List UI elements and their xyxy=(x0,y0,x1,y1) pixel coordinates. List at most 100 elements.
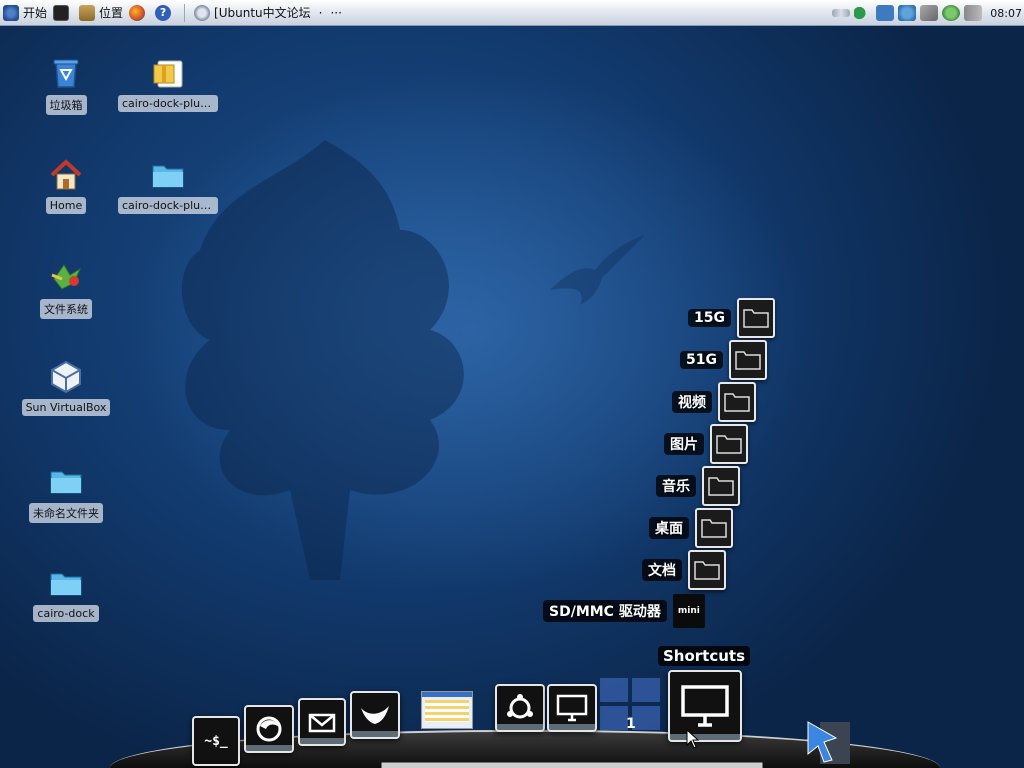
desktop-background xyxy=(0,0,1024,768)
dock-reflection xyxy=(352,731,398,737)
top-panel: 开始 位置 ? [Ubuntu中文论坛 · ··· 08:07 xyxy=(0,0,1024,26)
folder-icon xyxy=(718,382,756,422)
gimp-icon xyxy=(361,706,389,724)
stack-item-label: 15G xyxy=(688,309,731,327)
system-tray: 08:07 xyxy=(832,0,1022,26)
network-icon[interactable] xyxy=(898,5,917,21)
volume-icon[interactable] xyxy=(854,5,873,21)
taskbar-window-button[interactable]: [Ubuntu中文论坛 · ··· xyxy=(191,0,345,26)
folder-icon xyxy=(736,298,775,338)
firefox-icon xyxy=(129,4,146,21)
folder-icon xyxy=(695,508,733,548)
folder-icon xyxy=(50,471,82,494)
desktop-icon-label: cairo-dock xyxy=(33,605,99,622)
places-menu-label: 位置 xyxy=(99,6,124,20)
folder-icon xyxy=(702,466,740,506)
package-icon xyxy=(153,60,183,88)
filesystem-icon xyxy=(51,264,82,290)
applications-menu-label: 开始 xyxy=(23,6,48,20)
dock-shortcuts-launcher[interactable] xyxy=(668,670,742,742)
stack-item-videos[interactable]: 视频 xyxy=(672,382,756,422)
firefox-icon xyxy=(256,716,282,742)
thumbnail-titlebar xyxy=(422,692,472,697)
stack-item-label: 51G xyxy=(680,351,723,369)
folder-icon xyxy=(152,165,184,188)
taskbar-more[interactable]: ··· xyxy=(330,6,341,20)
desktop-icon-label: Home xyxy=(45,197,87,214)
stack-item-pictures[interactable]: 图片 xyxy=(664,424,748,464)
monitor-icon xyxy=(556,694,588,722)
folder-icon xyxy=(710,424,748,464)
sd-card-icon: mini xyxy=(672,594,705,628)
desktop-icon-cairo-dock[interactable]: cairo-dock xyxy=(11,565,121,625)
desktop-icon-label: Sun VirtualBox xyxy=(21,399,111,416)
stack-item-label: 桌面 xyxy=(649,517,689,539)
stack-item-label: 图片 xyxy=(664,433,704,455)
workspace-cell[interactable] xyxy=(632,706,660,730)
shortcuts-icon xyxy=(681,685,729,727)
workspace-cell[interactable] xyxy=(600,678,628,702)
dock-reflection xyxy=(497,724,543,730)
dock-ubuntu-launcher[interactable] xyxy=(495,684,545,732)
cursor-3d-icon[interactable] xyxy=(802,716,854,768)
workspace-cell[interactable] xyxy=(600,706,628,730)
signal-icon[interactable] xyxy=(964,5,983,21)
taskbar-window-title: [Ubuntu中文论坛 xyxy=(214,6,311,20)
taskbar-window-dot: · xyxy=(318,5,323,20)
places-icon xyxy=(79,4,96,21)
clock[interactable]: 08:07 xyxy=(990,7,1022,20)
desktop-icon-cairo-dock-plugins-folder[interactable]: cairo-dock-plug··· xyxy=(113,157,223,217)
stack-item-label: 文档 xyxy=(642,559,682,581)
desktop-icon-trash[interactable]: 垃圾箱 xyxy=(11,55,121,118)
keyring-icon[interactable] xyxy=(832,9,851,17)
dock-terminal-launcher[interactable]: ~$_ xyxy=(192,716,240,766)
desktop-icon-label: 垃圾箱 xyxy=(45,95,87,115)
desktop-icon-home[interactable]: Home xyxy=(11,157,121,217)
dock-tooltip: Shortcuts xyxy=(658,646,751,666)
workspace-cell[interactable] xyxy=(632,678,660,702)
dock-mail-launcher[interactable] xyxy=(298,698,346,746)
desktop-icon-unnamed-folder[interactable]: 未命名文件夹 xyxy=(11,463,121,526)
dock-reflection xyxy=(300,738,344,744)
applications-menu[interactable]: 开始 xyxy=(0,0,50,26)
home-icon xyxy=(50,159,82,190)
ubuntu-logo-icon xyxy=(3,4,19,21)
panel-separator xyxy=(184,3,186,22)
folder-icon xyxy=(688,550,726,590)
stack-item-51g[interactable]: 51G xyxy=(680,340,767,380)
workspace-number: 1 xyxy=(626,716,636,732)
stack-item-documents[interactable]: 文档 xyxy=(642,550,726,590)
stack-item-sdmmc[interactable]: SD/MMC 驱动器 mini xyxy=(543,594,705,628)
desktop-icon-filesystem[interactable]: 文件系统 xyxy=(11,259,121,322)
desktop-icon-label: cairo-dock-plug··· xyxy=(118,197,218,214)
dock-reflection xyxy=(246,745,292,751)
stack-item-desktop[interactable]: 桌面 xyxy=(649,508,733,548)
dock-show-desktop-launcher[interactable] xyxy=(547,684,597,732)
mouse-cursor-icon xyxy=(686,729,700,749)
help-launcher[interactable]: ? xyxy=(152,0,178,26)
workspace-switcher[interactable]: 1 xyxy=(600,678,662,734)
desktop-icon-virtualbox[interactable]: Sun VirtualBox xyxy=(11,359,121,419)
mail-icon xyxy=(308,713,336,733)
folder-icon xyxy=(50,573,82,596)
desktop-icon-label: cairo-dock-plug··· xyxy=(118,95,218,112)
places-menu[interactable]: 位置 xyxy=(76,0,126,26)
firefox-launcher[interactable] xyxy=(126,0,152,26)
update-notifier-icon[interactable] xyxy=(876,5,895,21)
dock-reflection xyxy=(549,724,595,730)
folder-icon xyxy=(728,340,767,380)
stack-item-label: 音乐 xyxy=(656,475,696,497)
terminal-launcher[interactable] xyxy=(50,0,76,26)
stack-item-15g[interactable]: 15G xyxy=(688,298,775,338)
stack-item-label: 视频 xyxy=(672,391,712,413)
terminal-prompt: ~$_ xyxy=(204,733,228,749)
dock-firefox-launcher[interactable] xyxy=(244,705,294,753)
dock-gimp-launcher[interactable] xyxy=(350,691,400,739)
thumbnail-content xyxy=(425,700,469,722)
window-app-icon xyxy=(194,4,211,21)
desktop-icon-cairo-dock-plugins-package[interactable]: cairo-dock-plug··· xyxy=(113,55,223,115)
stack-item-music[interactable]: 音乐 xyxy=(656,466,740,506)
usb-device-icon[interactable] xyxy=(920,5,939,21)
sync-icon[interactable] xyxy=(942,5,961,21)
dock-window-thumbnail[interactable] xyxy=(421,691,473,729)
